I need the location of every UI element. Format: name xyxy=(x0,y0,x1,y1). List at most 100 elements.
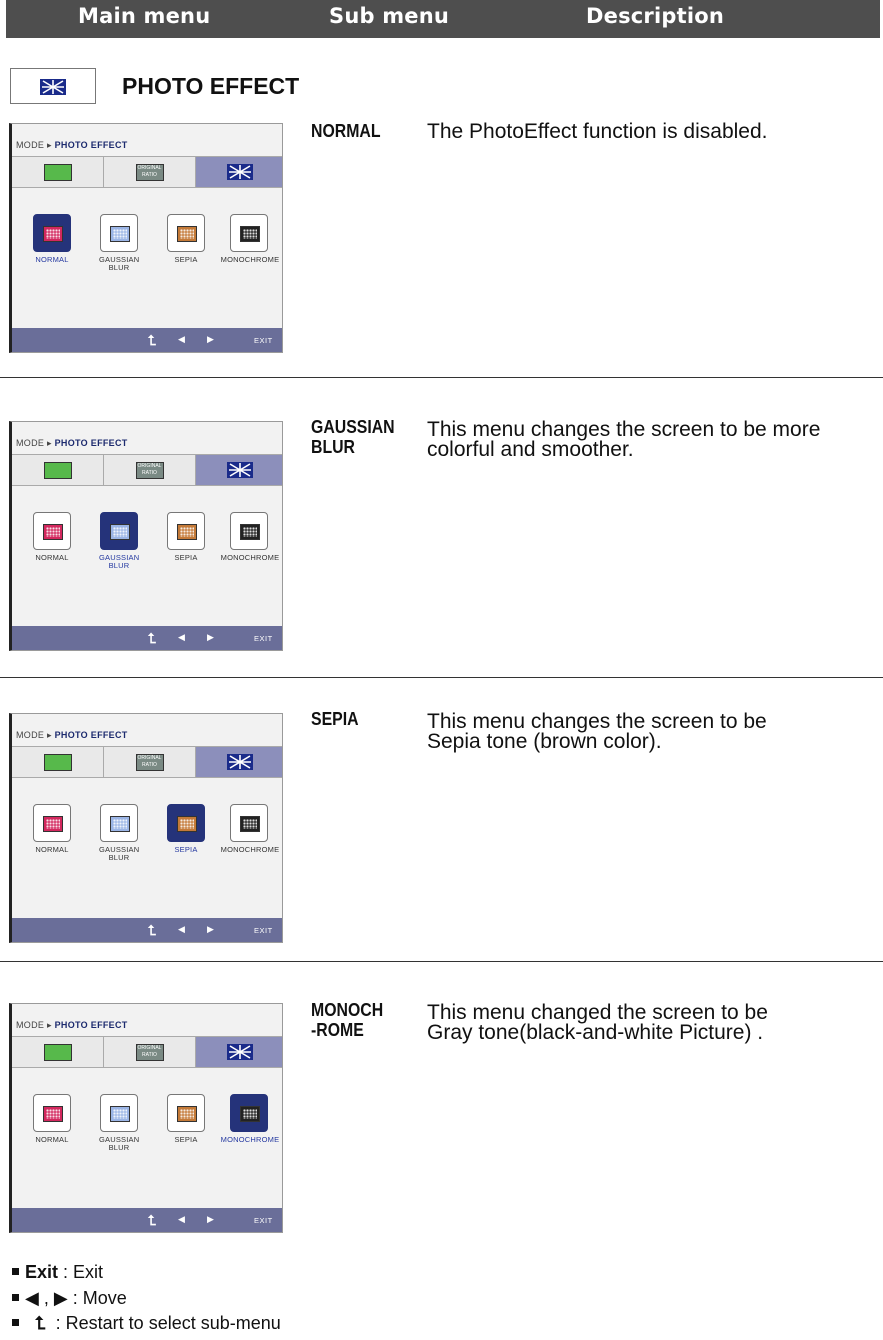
osd-screenshot-sepia: MODE ▸ PHOTO EFFECT ORIGINAL RATIO NORMA… xyxy=(9,713,283,943)
option-label: GAUSSIAN BLUR xyxy=(99,845,140,862)
legend-move-text: : Move xyxy=(72,1288,127,1308)
sub-menu-line: MONOCH xyxy=(311,1000,384,1020)
description-heading: Description xyxy=(586,4,725,28)
option-sepia-button xyxy=(167,512,205,550)
up-arrow-icon: ⮤ xyxy=(148,922,157,938)
option-label: MONOCHROME xyxy=(220,845,280,854)
exit-label: EXIT xyxy=(254,926,273,935)
exit-label: EXIT xyxy=(254,1216,273,1225)
osd-tab-bar: ORIGINAL RATIO xyxy=(12,1036,282,1068)
right-arrow-icon: ▶ xyxy=(207,1214,214,1224)
option-monochrome-button xyxy=(230,512,268,550)
left-arrow-icon: ◀ xyxy=(178,632,185,642)
osd-screenshot-normal: MODE ▸ PHOTO EFFECT ORIGINAL RATIO NORMA… xyxy=(9,123,283,353)
option-row: NORMAL GAUSSIAN BLUR SEPIA MONOCHROME xyxy=(12,1074,282,1154)
option-normal-button xyxy=(33,512,71,550)
option-gaussian-blur-button xyxy=(100,214,138,252)
osd-tab-bar: ORIGINAL RATIO xyxy=(12,156,282,188)
main-menu-heading: Main menu xyxy=(78,4,211,28)
description-line: Sepia tone (brown color). xyxy=(427,730,662,753)
option-normal-button xyxy=(33,214,71,252)
option-row: NORMAL GAUSSIAN BLUR SEPIA MONOCHROME xyxy=(12,194,282,274)
option-gaussian-blur-button xyxy=(100,512,138,550)
option-row: NORMAL GAUSSIAN BLUR SEPIA MONOCHROME xyxy=(12,784,282,864)
sub-menu-line: GAUSSIAN xyxy=(311,417,395,437)
option-label: NORMAL xyxy=(35,255,69,264)
tab-ratio: ORIGINAL RATIO xyxy=(104,1037,196,1067)
option-gaussian-blur-button xyxy=(100,804,138,842)
description-line: This menu changed the screen to be xyxy=(427,1001,768,1024)
tab-mode xyxy=(12,747,104,777)
legend-move: ◀ , ▶ : Move xyxy=(12,1288,127,1309)
option-gaussian-blur-button xyxy=(100,1094,138,1132)
left-right-arrow-icons: ◀ , ▶ xyxy=(25,1288,68,1308)
sub-menu-heading: Sub menu xyxy=(329,4,450,28)
tab-mode xyxy=(12,157,104,187)
option-label: MONOCHROME xyxy=(220,255,280,264)
photo-effect-icon xyxy=(226,754,253,770)
option-label: GAUSSIAN BLUR xyxy=(99,255,140,272)
up-arrow-icon: ⮤ xyxy=(148,1212,157,1228)
option-label: MONOCHROME xyxy=(220,1135,280,1144)
option-label: SEPIA xyxy=(174,553,198,562)
legend-restart: ⮤ : Restart to select sub-menu xyxy=(12,1313,281,1334)
osd-footer: ⮤ ◀ ▶ EXIT xyxy=(12,918,282,942)
tab-photo-effect xyxy=(196,157,282,187)
photo-effect-icon xyxy=(226,164,253,180)
option-label: NORMAL xyxy=(35,553,69,562)
description-line: This menu changes the screen to be xyxy=(427,710,767,733)
option-monochrome-button xyxy=(230,804,268,842)
legend-exit-text: : Exit xyxy=(63,1262,104,1282)
description-sepia: This menu changes the screen to be Sepia… xyxy=(427,710,882,753)
tab-ratio: ORIGINAL RATIO xyxy=(104,747,196,777)
sub-menu-monochrome: MONOCH -ROME xyxy=(311,1000,383,1040)
photo-effect-icon xyxy=(226,462,253,478)
option-monochrome-button xyxy=(230,1094,268,1132)
breadcrumb: MODE ▸ PHOTO EFFECT xyxy=(16,1020,128,1030)
option-label: NORMAL xyxy=(35,845,69,854)
right-arrow-icon: ▶ xyxy=(207,924,214,934)
tab-photo-effect xyxy=(196,455,282,485)
sub-menu-line: BLUR xyxy=(311,437,355,457)
osd-footer: ⮤ ◀ ▶ EXIT xyxy=(12,328,282,352)
sub-menu-normal: NORMAL xyxy=(311,121,381,141)
option-sepia-button xyxy=(167,214,205,252)
breadcrumb: MODE ▸ PHOTO EFFECT xyxy=(16,438,128,448)
divider xyxy=(0,377,883,378)
description-line: This menu changes the screen to be more xyxy=(427,418,821,441)
option-sepia-button xyxy=(167,1094,205,1132)
option-label: SEPIA xyxy=(174,1135,198,1144)
section-title: PHOTO EFFECT xyxy=(122,73,300,99)
restart-arrow-icon: ⮤ xyxy=(35,1313,46,1333)
option-monochrome-button xyxy=(230,214,268,252)
original-ratio-icon: ORIGINAL RATIO xyxy=(135,462,164,479)
sub-menu-sepia: SEPIA xyxy=(311,709,359,729)
exit-label: EXIT xyxy=(254,634,273,643)
sub-menu-gaussian-blur: GAUSSIAN BLUR xyxy=(311,417,395,457)
exit-label: EXIT xyxy=(254,336,273,345)
photo-effect-icon-box xyxy=(10,68,96,104)
breadcrumb: MODE ▸ PHOTO EFFECT xyxy=(16,730,128,740)
left-arrow-icon: ◀ xyxy=(178,334,185,344)
tab-mode xyxy=(12,455,104,485)
tab-photo-effect xyxy=(196,1037,282,1067)
mode-icon xyxy=(43,462,72,479)
osd-footer: ⮤ ◀ ▶ EXIT xyxy=(12,1208,282,1232)
original-ratio-icon: ORIGINAL RATIO xyxy=(135,164,164,181)
tab-mode xyxy=(12,1037,104,1067)
option-label: NORMAL xyxy=(35,1135,69,1144)
up-arrow-icon: ⮤ xyxy=(148,332,157,348)
legend-exit-label: Exit xyxy=(25,1262,59,1282)
divider xyxy=(0,677,883,678)
table-header: Main menu Sub menu Description xyxy=(6,0,880,38)
option-label: SEPIA xyxy=(174,255,198,264)
option-normal-button xyxy=(33,804,71,842)
legend-exit: Exit : Exit xyxy=(12,1262,103,1283)
mode-icon xyxy=(43,164,72,181)
photo-effect-icon xyxy=(40,79,66,95)
tab-photo-effect xyxy=(196,747,282,777)
osd-screenshot-monochrome: MODE ▸ PHOTO EFFECT ORIGINAL RATIO NORMA… xyxy=(9,1003,283,1233)
left-arrow-icon: ◀ xyxy=(178,1214,185,1224)
option-normal-button xyxy=(33,1094,71,1132)
description-gaussian-blur: This menu changes the screen to be more … xyxy=(427,418,882,460)
